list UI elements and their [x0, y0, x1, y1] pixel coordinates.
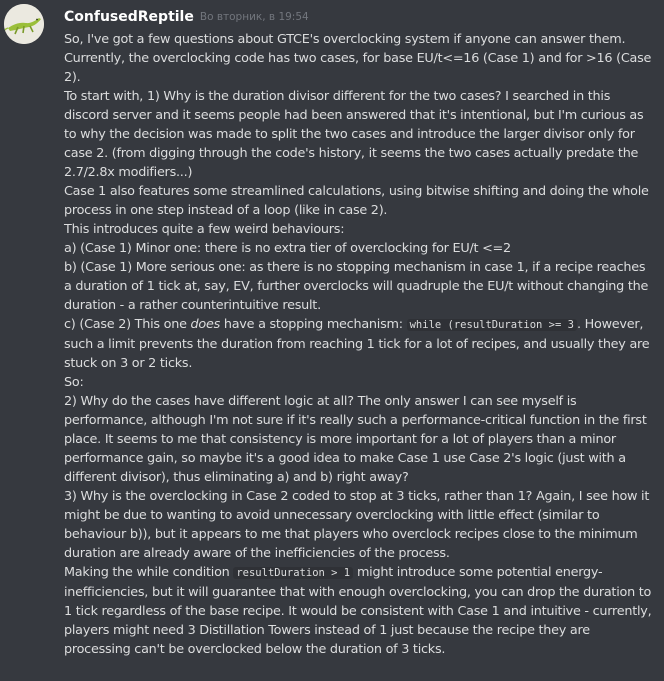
paragraph: 2) Why do the cases have different logic… — [64, 394, 647, 485]
chat-message: ConfusedReptile Во вторник, в 19:54 So, I… — [0, 0, 664, 681]
lizard-icon — [4, 4, 44, 44]
paragraph: c) (Case 2) This one — [64, 317, 191, 332]
emphasis-text: does — [190, 317, 221, 332]
paragraph: 3) Why is the overclocking in Case 2 cod… — [64, 489, 650, 561]
inline-code: while (resultDuration >= 3 — [406, 319, 577, 331]
inline-code: resultDuration > 1 — [233, 567, 354, 579]
paragraph: So: — [64, 375, 84, 390]
paragraph: have a stopping mechanism: — [220, 317, 407, 332]
paragraph: Currently, the overclocking code has two… — [64, 51, 652, 85]
paragraph: b) (Case 1) More serious one: as there i… — [64, 260, 649, 313]
paragraph: This introduces quite a few weird behavi… — [64, 222, 345, 237]
paragraph: So, I've got a few questions about GTCE'… — [64, 32, 626, 47]
message-content: So, I've got a few questions about GTCE'… — [64, 30, 656, 659]
timestamp[interactable]: Во вторник, в 19:54 — [200, 11, 309, 23]
paragraph: a) (Case 1) Minor one: there is no extra… — [64, 241, 511, 256]
paragraph: To start with, 1) Why is the duration di… — [64, 89, 644, 180]
username[interactable]: ConfusedReptile — [64, 9, 194, 25]
avatar[interactable] — [4, 4, 44, 44]
paragraph: Making the while condition — [64, 565, 234, 580]
message-header: ConfusedReptile Во вторник, в 19:54 — [64, 6, 309, 27]
paragraph: Case 1 also features some streamlined ca… — [64, 184, 649, 218]
